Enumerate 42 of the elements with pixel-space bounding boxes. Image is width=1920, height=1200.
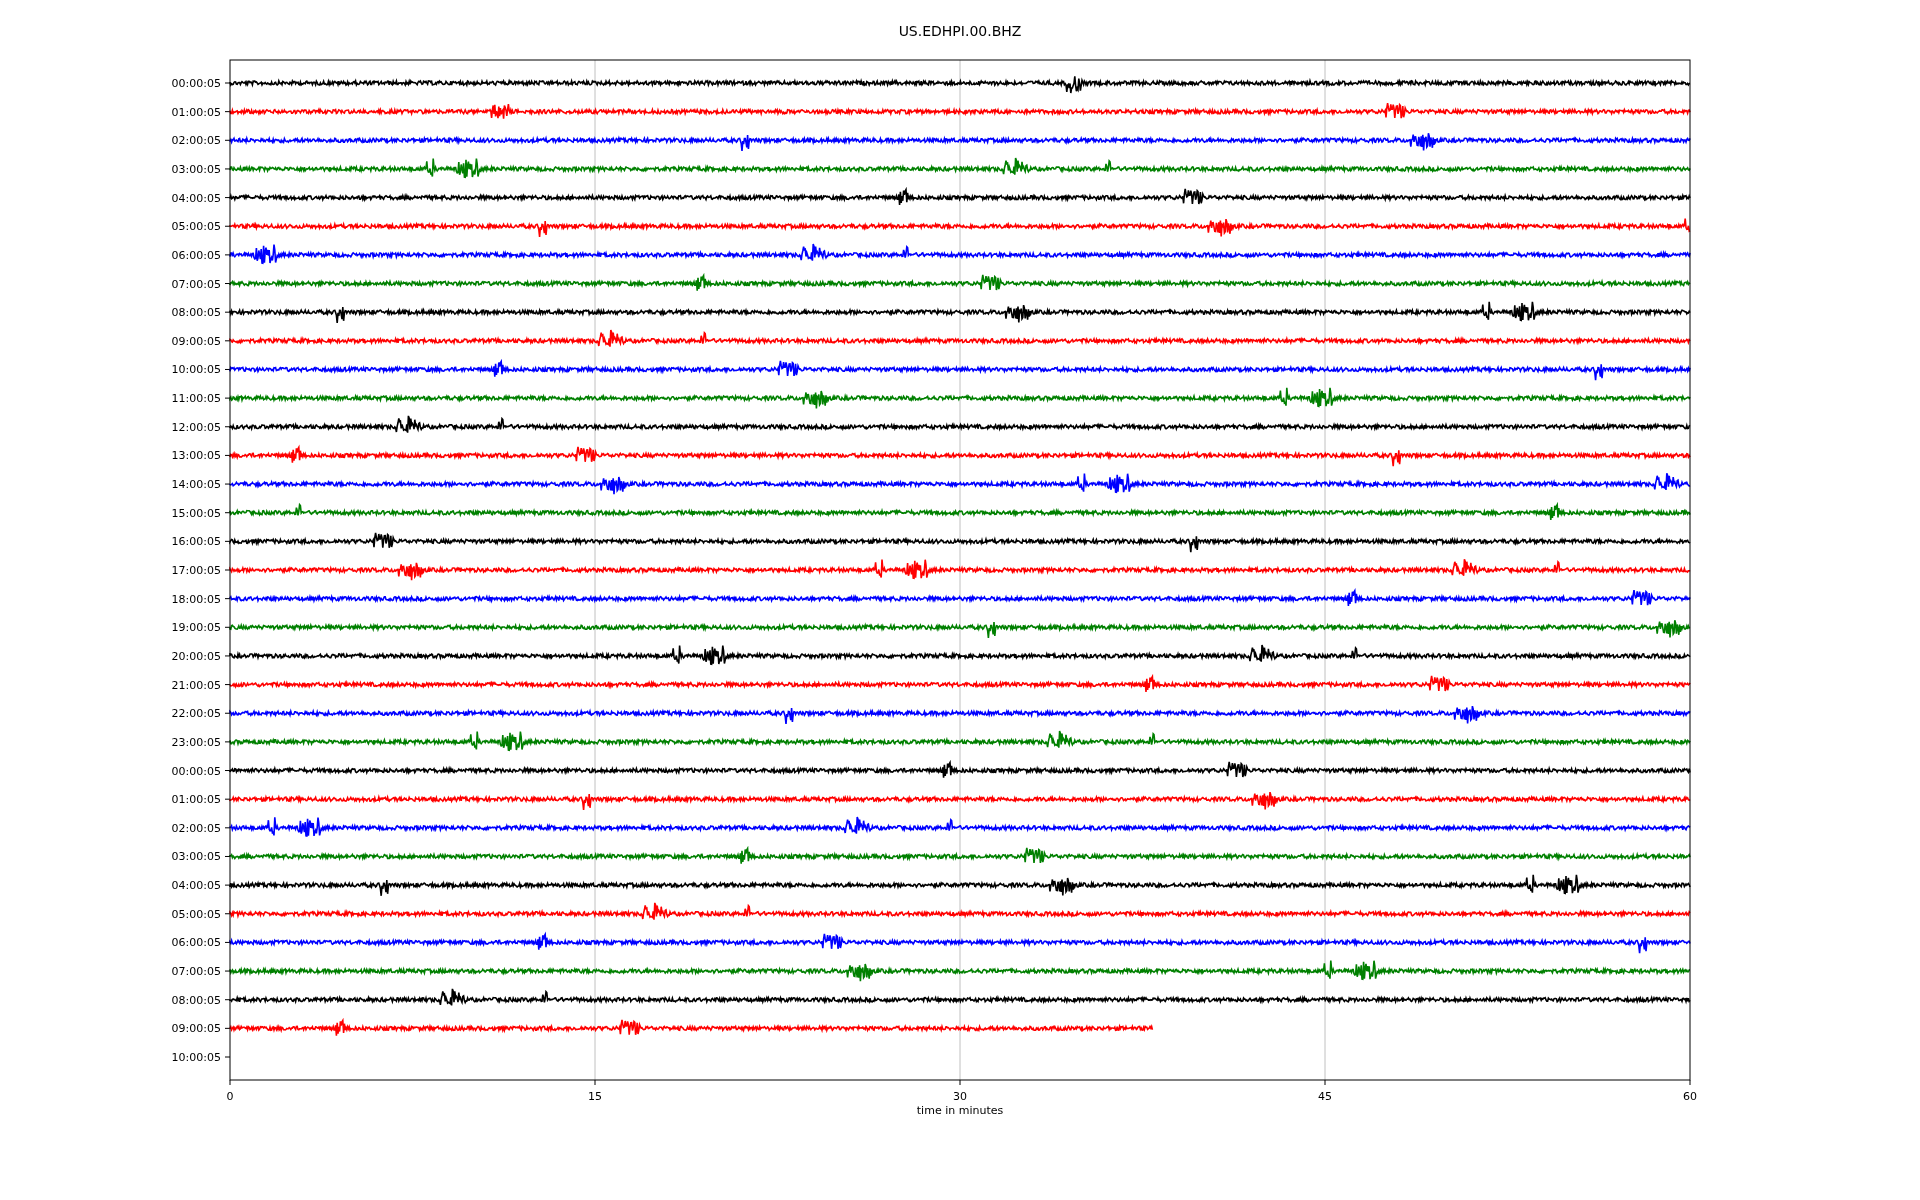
time-label: 07:00:05 <box>171 965 221 979</box>
time-label: 00:00:05 <box>171 764 221 778</box>
chart-title: US.EDHPI.00.BHZ <box>898 23 1022 39</box>
time-label: 06:00:05 <box>171 936 221 950</box>
time-label: 16:00:05 <box>171 535 221 549</box>
time-label: 03:00:05 <box>171 162 221 176</box>
x-tick-label: 15 <box>588 1090 602 1103</box>
x-axis-label: time in minutes <box>916 1104 1004 1117</box>
time-label: 19:00:05 <box>171 621 221 635</box>
time-label: 21:00:05 <box>171 678 221 692</box>
time-label: 06:00:05 <box>171 248 221 262</box>
time-label: 17:00:05 <box>171 564 221 577</box>
time-label: 22:00:05 <box>171 707 221 721</box>
time-label: 12:00:05 <box>171 420 221 434</box>
time-label: 04:00:05 <box>171 879 221 893</box>
x-tick-label: 30 <box>953 1090 967 1103</box>
time-label: 05:00:05 <box>171 220 221 234</box>
time-label: 10:00:05 <box>171 363 221 377</box>
time-label: 09:00:05 <box>171 334 221 348</box>
time-label: 03:00:05 <box>171 850 221 864</box>
time-label: 14:00:05 <box>171 478 221 492</box>
time-label: 23:00:05 <box>171 735 221 749</box>
time-label: 18:00:05 <box>171 592 221 606</box>
time-label: 09:00:05 <box>171 1022 221 1036</box>
time-label: 04:00:05 <box>171 191 221 205</box>
time-label: 05:00:05 <box>171 907 221 921</box>
time-label: 20:00:05 <box>171 649 221 663</box>
time-label: 15:00:05 <box>171 506 221 520</box>
time-label: 10:00:05 <box>171 1051 221 1064</box>
time-label: 08:00:05 <box>171 306 221 320</box>
time-label: 01:00:05 <box>171 105 221 119</box>
x-tick-label: 0 <box>226 1090 234 1103</box>
time-label: 00:00:05 <box>171 77 221 90</box>
time-label: 08:00:05 <box>171 993 221 1007</box>
x-tick-label: 45 <box>1318 1090 1332 1103</box>
time-label: 02:00:05 <box>171 821 221 835</box>
x-tick-label: 60 <box>1683 1090 1697 1103</box>
time-label: 07:00:05 <box>171 277 221 291</box>
time-label: 13:00:05 <box>171 449 221 463</box>
time-label: 11:00:05 <box>171 392 221 406</box>
time-label: 01:00:05 <box>171 793 221 807</box>
time-label: 02:00:05 <box>171 134 221 148</box>
